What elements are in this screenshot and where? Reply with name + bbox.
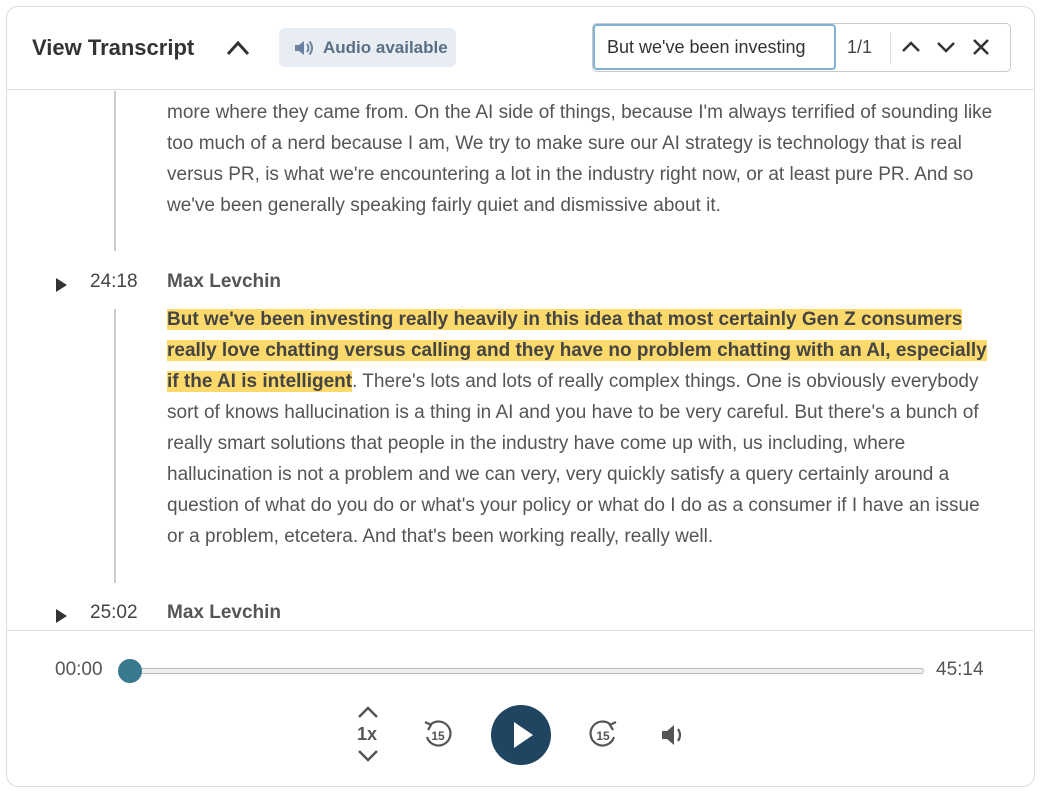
- previous-match-icon[interactable]: [899, 35, 923, 59]
- segment-text: more where they came from. On the AI sid…: [167, 102, 993, 216]
- speaker-name: Max Levchin: [167, 602, 282, 623]
- duration: 45:14: [936, 659, 984, 680]
- transcript-body[interactable]: more where they came from. On the AI sid…: [7, 91, 1034, 630]
- play-segment-icon[interactable]: [56, 278, 67, 292]
- rewind-icon: 15: [424, 720, 452, 747]
- forward-icon: 15: [589, 720, 617, 747]
- seek-bar[interactable]: [129, 668, 924, 674]
- transcript-panel: View Transcript Audio available 1/1 more…: [6, 6, 1035, 787]
- search-input[interactable]: [593, 24, 836, 70]
- segment-header: 24:18 Max Levchin: [7, 271, 1034, 301]
- audio-player: 00:00 45:14 1x 15 15: [7, 630, 1034, 786]
- speed-up-icon[interactable]: [356, 705, 380, 719]
- rewind-15-button[interactable]: 15: [421, 717, 455, 751]
- audio-available-label: Audio available: [323, 37, 448, 57]
- play-segment-icon[interactable]: [56, 609, 67, 623]
- seek-thumb[interactable]: [118, 659, 142, 683]
- speed-label: 1x: [357, 724, 378, 744]
- segment-line: [114, 309, 116, 583]
- segment-line: [114, 91, 116, 251]
- divider: [890, 32, 891, 64]
- chevron-up-icon[interactable]: [225, 37, 251, 59]
- segment-header: 25:02 Max Levchin: [7, 602, 1034, 630]
- transcript-search: 1/1: [592, 23, 1011, 72]
- skip-seconds: 15: [596, 729, 610, 743]
- segment-text: But we've been investing really heavily …: [167, 304, 999, 552]
- volume-icon: [662, 725, 682, 745]
- panel-title: View Transcript: [32, 35, 195, 60]
- transcript-header: View Transcript Audio available 1/1: [7, 7, 1034, 90]
- skip-seconds: 15: [431, 729, 445, 743]
- segment-text-rest: . There's lots and lots of really comple…: [167, 371, 980, 547]
- match-count: 1/1: [847, 37, 873, 57]
- forward-15-button[interactable]: 15: [586, 717, 620, 751]
- playback-speed-control[interactable]: 1x: [353, 705, 383, 765]
- speaker-name: Max Levchin: [167, 271, 282, 292]
- close-icon[interactable]: [969, 35, 993, 59]
- volume-button[interactable]: [659, 721, 689, 749]
- speed-down-icon[interactable]: [356, 749, 380, 763]
- segment-timestamp[interactable]: 24:18: [90, 271, 138, 293]
- audio-available-badge[interactable]: Audio available: [279, 28, 456, 67]
- play-icon: [514, 722, 533, 748]
- current-time: 00:00: [55, 659, 103, 680]
- segment-timestamp[interactable]: 25:02: [90, 602, 138, 624]
- speaker-icon: [295, 40, 313, 55]
- play-button[interactable]: [491, 705, 551, 765]
- next-match-icon[interactable]: [934, 35, 958, 59]
